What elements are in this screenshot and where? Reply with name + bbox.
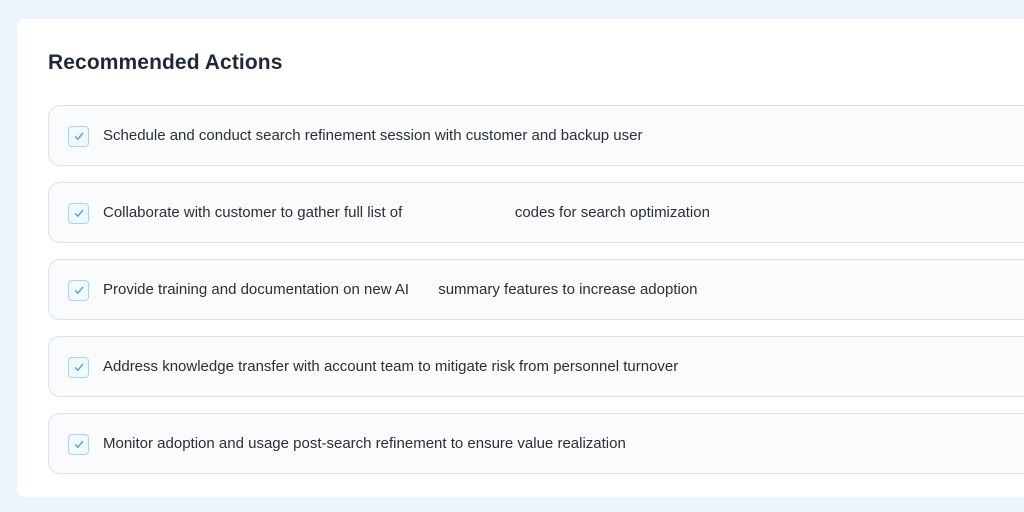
- action-text: Provide training and documentation on ne…: [103, 281, 698, 298]
- action-text: Collaborate with customer to gather full…: [103, 204, 710, 221]
- action-text: Monitor adoption and usage post-search r…: [103, 435, 626, 452]
- action-item: Schedule and conduct search refinement s…: [48, 105, 1024, 166]
- action-text: Schedule and conduct search refinement s…: [103, 127, 643, 144]
- actions-list: Schedule and conduct search refinement s…: [48, 105, 1024, 490]
- action-checkbox[interactable]: [68, 357, 89, 378]
- action-item: Monitor adoption and usage post-search r…: [48, 413, 1024, 474]
- action-checkbox[interactable]: [68, 434, 89, 455]
- checkmark-icon: [74, 286, 83, 294]
- action-checkbox[interactable]: [68, 280, 89, 301]
- checkmark-icon: [74, 440, 83, 448]
- action-checkbox[interactable]: [68, 126, 89, 147]
- action-item: Provide training and documentation on ne…: [48, 259, 1024, 320]
- action-checkbox[interactable]: [68, 203, 89, 224]
- recommended-actions-card: Recommended Actions Schedule and conduct…: [17, 19, 1024, 497]
- action-text: Address knowledge transfer with account …: [103, 358, 679, 375]
- action-item: Address knowledge transfer with account …: [48, 336, 1024, 397]
- action-item: Collaborate with customer to gather full…: [48, 182, 1024, 243]
- checkmark-icon: [74, 363, 83, 371]
- checkmark-icon: [74, 209, 83, 217]
- section-title: Recommended Actions: [48, 51, 283, 74]
- checkmark-icon: [74, 132, 83, 140]
